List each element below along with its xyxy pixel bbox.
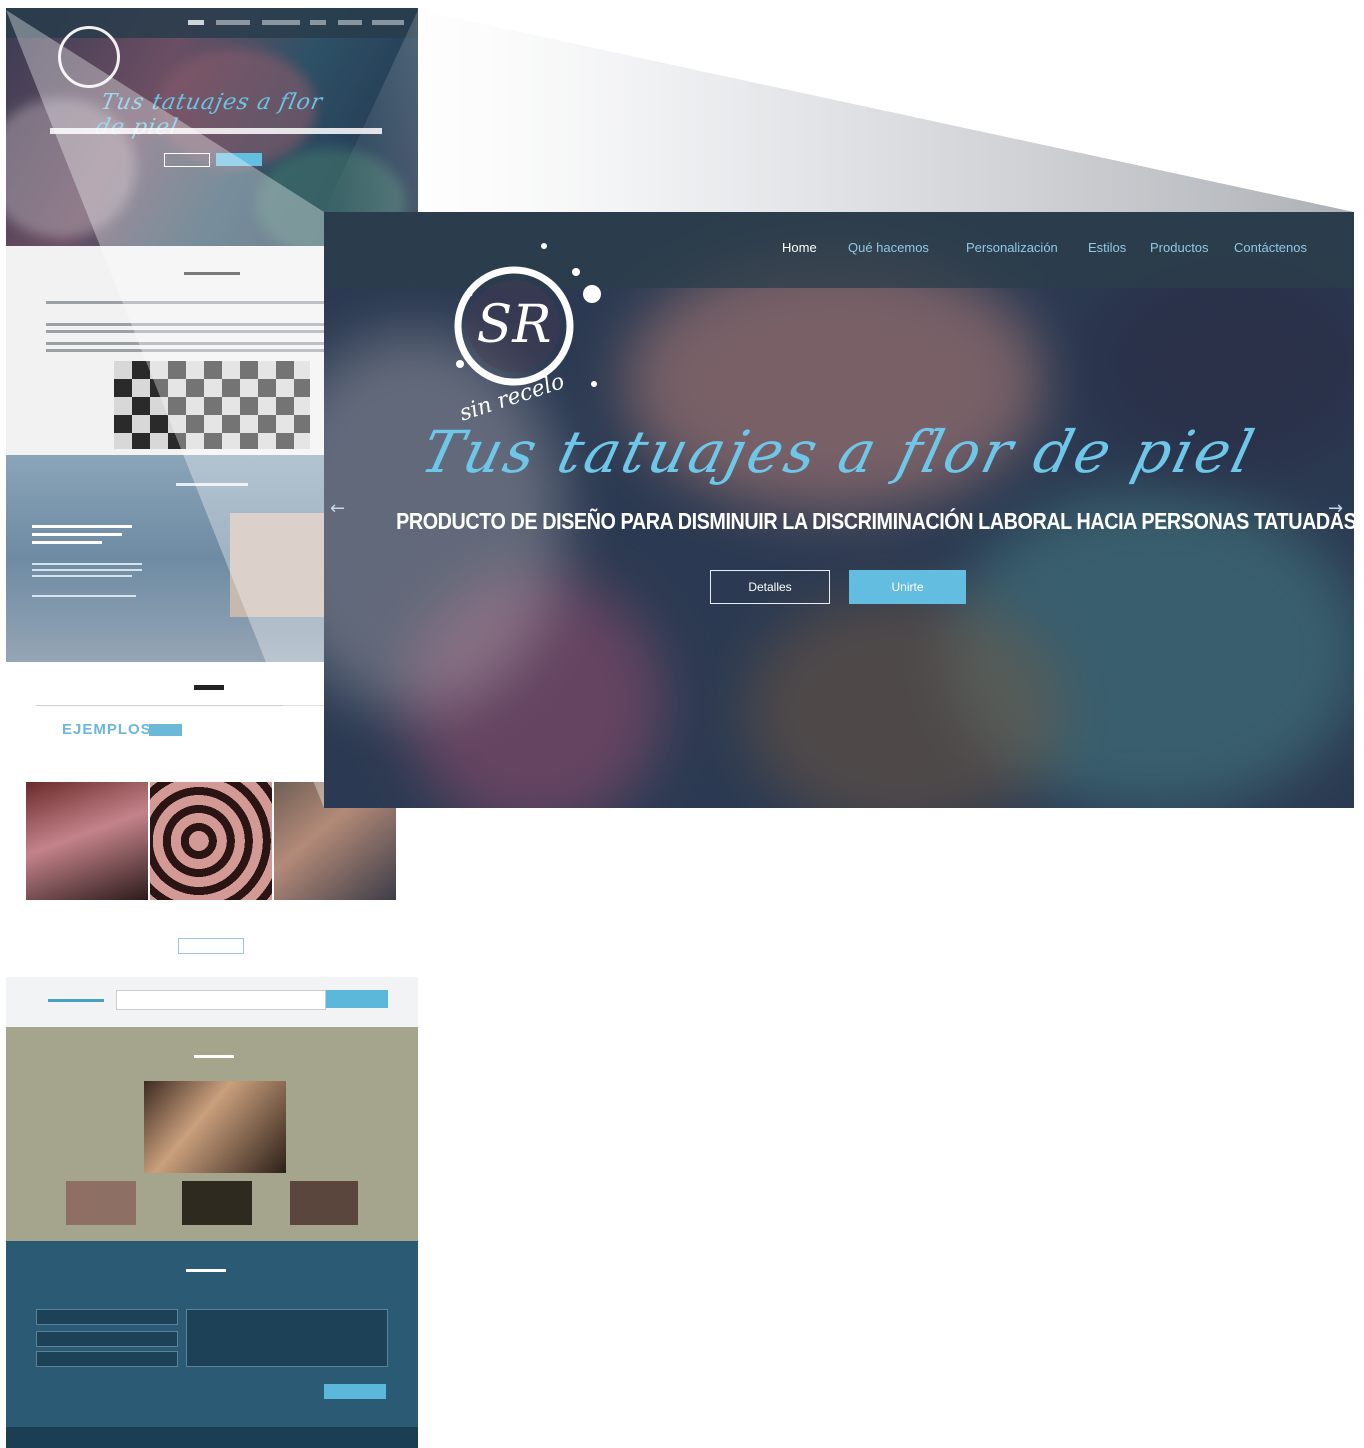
mock-join-button <box>216 153 262 166</box>
hero-subheadline: PRODUCTO DE DISEÑO PARA DISMINUIR LA DIS… <box>396 508 1354 534</box>
hero-headline: Tus tatuajes a flor de piel <box>414 418 1264 486</box>
mock-details-button <box>164 153 210 167</box>
carousel-next-arrow-icon[interactable]: → <box>1328 498 1343 519</box>
mock-footer <box>6 1427 418 1448</box>
details-button[interactable]: Detalles <box>710 570 830 604</box>
mock-thumb-tribal <box>150 782 272 900</box>
mock-logo-icon <box>58 26 120 88</box>
nav-personalizacion[interactable]: Personalización <box>966 240 1058 255</box>
mock-subhead <box>50 128 382 134</box>
mock-headline: Tus tatuajes a flor de piel <box>93 90 326 140</box>
nav-contactenos[interactable]: Contáctenos <box>1234 240 1307 255</box>
hero-banner: Home Qué hacemos Personalización Estilos… <box>324 212 1354 808</box>
mock-contact-section <box>6 1241 418 1427</box>
mock-ejemplos-label: EJEMPLOS <box>62 721 152 738</box>
logo-monogram: SR <box>477 295 552 355</box>
nav-que-hacemos[interactable]: Qué hacemos <box>848 240 929 255</box>
mock-about-image <box>114 361 310 449</box>
mock-styles-heading <box>194 685 224 690</box>
nav-estilos[interactable]: Estilos <box>1088 240 1126 255</box>
mock-hero-section: Tus tatuajes a flor de piel <box>6 8 418 246</box>
mock-products-section <box>6 1027 418 1241</box>
mock-search-bar <box>6 977 418 1027</box>
mock-thumb-oldschool <box>26 782 148 900</box>
nav-productos[interactable]: Productos <box>1150 240 1209 255</box>
carousel-prev-arrow-icon[interactable]: ← <box>330 498 345 519</box>
mock-see-more-button <box>178 938 244 954</box>
join-button[interactable]: Unirte <box>849 570 966 604</box>
nav-home[interactable]: Home <box>782 240 817 255</box>
mock-tag <box>149 724 182 736</box>
brand-logo-icon[interactable]: SR sin recelo <box>444 234 614 434</box>
